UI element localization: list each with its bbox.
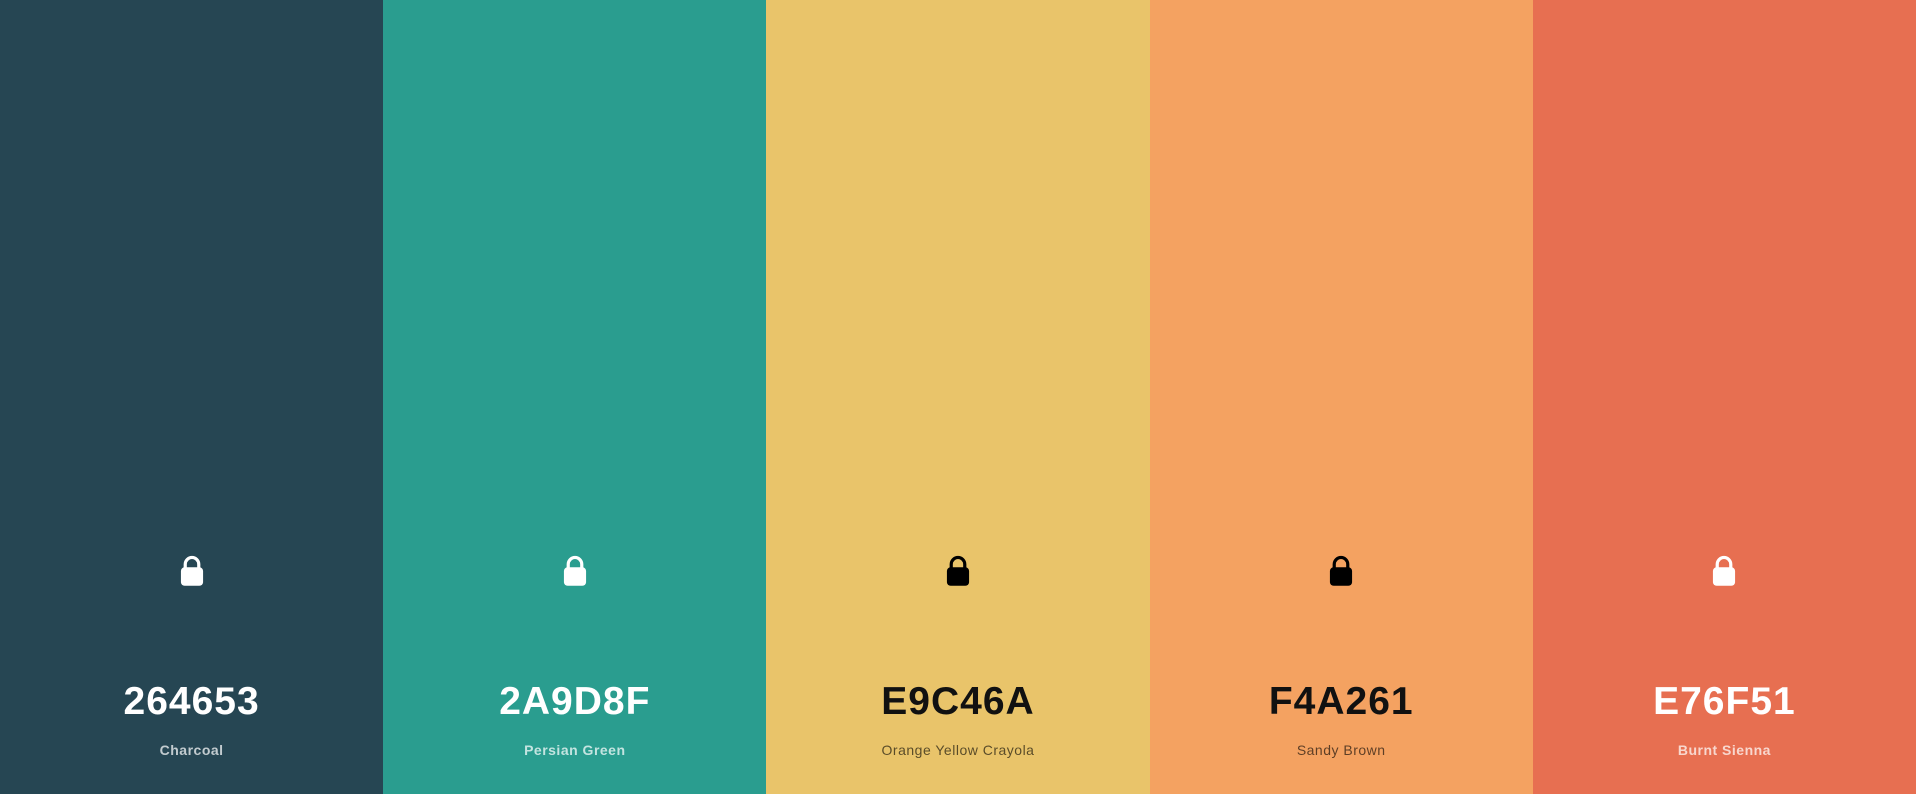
color-swatch-1[interactable]: 264653 Charcoal — [0, 0, 384, 794]
lock-icon — [1330, 555, 1353, 586]
color-name: Charcoal — [159, 742, 224, 758]
lock-icon — [946, 555, 970, 586]
color-swatch-4[interactable]: F4A261 Sandy Brown — [1149, 0, 1533, 794]
color-name: Orange Yellow Crayola — [881, 742, 1035, 758]
lock-button[interactable] — [1704, 551, 1744, 591]
color-name: Burnt Sienna — [1677, 742, 1771, 758]
lock-button[interactable] — [555, 551, 595, 591]
hex-code[interactable]: 2A9D8F — [383, 680, 766, 724]
hex-code[interactable]: F4A261 — [1150, 680, 1533, 724]
lock-icon — [180, 555, 203, 586]
color-palette: 264653 Charcoal 2A9D8F Persian Green E9C… — [0, 0, 1916, 794]
hex-code[interactable]: 264653 — [0, 680, 383, 724]
color-swatch-5[interactable]: E76F51 Burnt Sienna — [1532, 0, 1916, 794]
hex-code[interactable]: E76F51 — [1533, 680, 1916, 724]
color-name: Sandy Brown — [1296, 742, 1386, 758]
color-swatch-3[interactable]: E9C46A Orange Yellow Crayola — [766, 0, 1150, 794]
lock-button[interactable] — [172, 551, 212, 591]
color-name: Persian Green — [524, 742, 626, 758]
lock-button[interactable] — [938, 551, 978, 591]
lock-icon — [563, 555, 586, 586]
lock-button[interactable] — [1321, 551, 1361, 591]
color-swatch-2[interactable]: 2A9D8F Persian Green — [383, 0, 767, 794]
hex-code[interactable]: E9C46A — [766, 680, 1149, 724]
lock-icon — [1713, 555, 1736, 586]
